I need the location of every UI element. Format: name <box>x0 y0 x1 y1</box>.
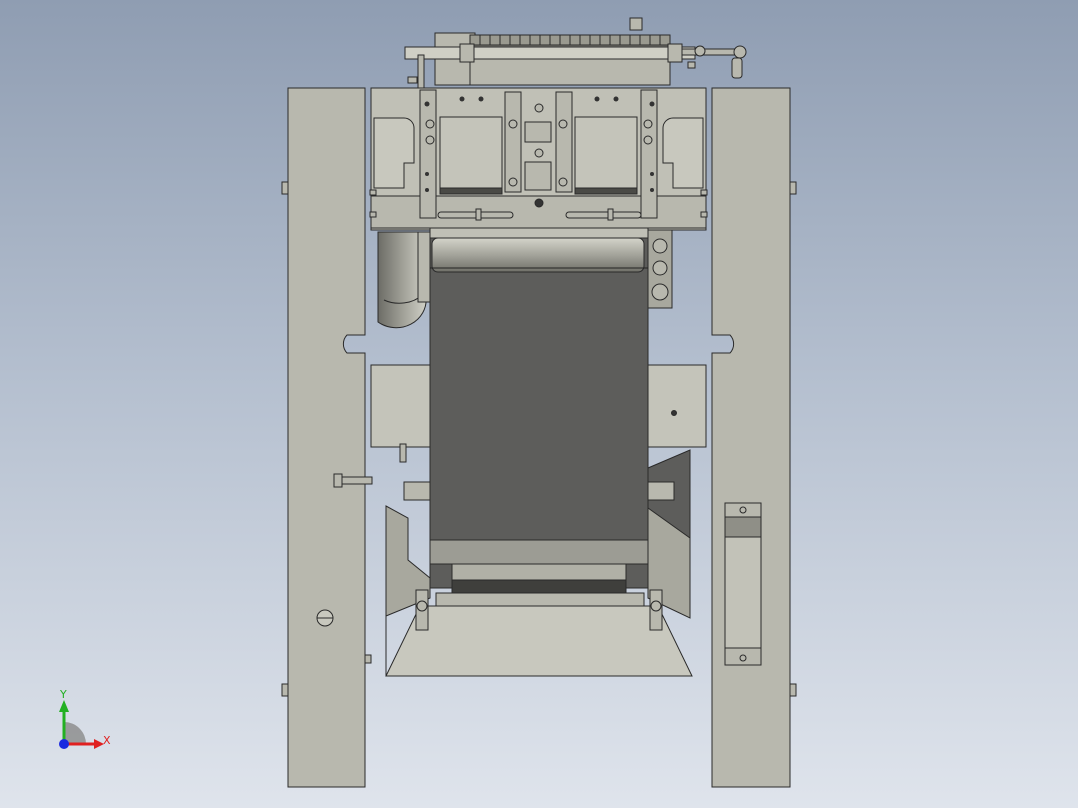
right-middle-block[interactable] <box>647 364 707 448</box>
left-side-plate[interactable] <box>281 87 373 788</box>
cad-viewport[interactable]: Y X <box>0 0 1078 808</box>
y-axis-label: Y <box>59 688 67 701</box>
right-bearing-set[interactable] <box>647 229 673 309</box>
left-drive-pulley[interactable] <box>377 231 431 329</box>
coordinate-triad: Y X <box>59 688 111 749</box>
x-axis-label: X <box>103 734 111 747</box>
left-middle-block[interactable] <box>370 364 431 448</box>
top-rack-assembly <box>404 17 747 91</box>
model-canvas[interactable]: Y X <box>0 0 1078 808</box>
feed-head-block[interactable] <box>369 87 708 231</box>
right-side-plate[interactable] <box>711 87 797 788</box>
conveyor-belt[interactable] <box>429 227 649 608</box>
z-axis-dot <box>59 739 69 749</box>
